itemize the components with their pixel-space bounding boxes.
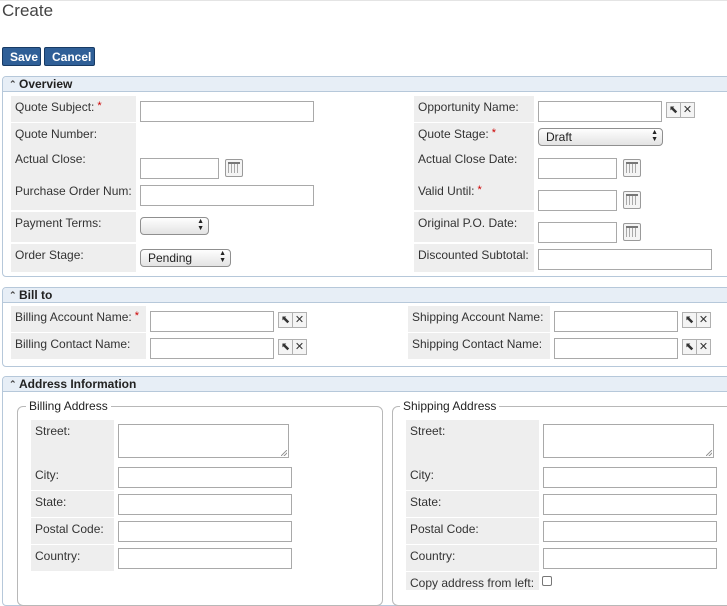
address-panel-header[interactable]: ⌃ Address Information [3, 377, 727, 392]
billing-postal-code-input[interactable] [118, 521, 292, 542]
quote-subject-label-text: Quote Subject: [15, 100, 95, 114]
required-marker: * [477, 184, 482, 196]
calendar-icon[interactable] [623, 223, 641, 241]
shipping-account-name-input[interactable] [554, 311, 678, 332]
discounted-subtotal-input[interactable] [538, 249, 712, 270]
actual-close-label: Actual Close: [11, 148, 136, 180]
order-stage-label: Order Stage: [11, 244, 136, 272]
shipping-postal-code-label: Postal Code: [406, 518, 539, 544]
purchase-order-num-input[interactable] [140, 185, 314, 206]
quote-stage-label: Quote Stage: * [414, 123, 534, 149]
overview-title: Overview [19, 77, 73, 91]
order-stage-select[interactable]: Pending ▲ ▼ [140, 249, 231, 267]
clear-icon[interactable]: ✕ [292, 339, 307, 355]
shipping-state-label: State: [406, 491, 539, 517]
shipping-street-label: Street: [406, 420, 539, 464]
original-po-date-label: Original P.O. Date: [414, 212, 534, 242]
actual-close-date-label: Actual Close Date: [414, 148, 534, 180]
original-po-date-input[interactable] [538, 222, 617, 243]
billing-street-label: Street: [31, 420, 114, 464]
select-pointer-icon[interactable]: ⬉ [278, 312, 293, 328]
clear-icon[interactable]: ✕ [680, 102, 695, 118]
shipping-city-label: City: [406, 464, 539, 490]
clear-icon[interactable]: ✕ [696, 339, 711, 355]
copy-address-label: Copy address from left: [406, 572, 539, 590]
shipping-country-label: Country: [406, 545, 539, 571]
billing-country-label: Country: [31, 545, 114, 571]
select-arrows-icon: ▲ ▼ [651, 129, 658, 143]
shipping-country-input[interactable] [543, 548, 717, 569]
shipping-street-textarea[interactable] [543, 424, 714, 458]
select-pointer-icon[interactable]: ⬉ [682, 312, 697, 328]
clear-icon[interactable]: ✕ [696, 312, 711, 328]
shipping-postal-code-input[interactable] [543, 521, 717, 542]
billing-contact-name-input[interactable] [150, 338, 274, 359]
payment-terms-label: Payment Terms: [11, 212, 136, 242]
actual-close-input[interactable] [140, 158, 219, 179]
opportunity-name-label: Opportunity Name: [414, 96, 534, 122]
billing-state-label: State: [31, 491, 114, 517]
select-arrows-icon: ▲ ▼ [219, 250, 226, 264]
shipping-contact-name-label: Shipping Contact Name: [408, 333, 550, 359]
quote-subject-input[interactable] [140, 101, 314, 122]
top-divider [0, 0, 727, 1]
shipping-state-input[interactable] [543, 494, 717, 515]
overview-panel-header[interactable]: ⌃ Overview [3, 77, 727, 92]
opportunity-name-input[interactable] [538, 101, 662, 122]
billing-postal-code-label: Postal Code: [31, 518, 114, 544]
required-marker: * [491, 127, 496, 139]
billing-city-label: City: [31, 464, 114, 490]
select-pointer-icon[interactable]: ⬉ [666, 102, 681, 118]
billing-state-input[interactable] [118, 494, 292, 515]
required-marker: * [134, 310, 140, 322]
required-marker: * [97, 100, 102, 112]
purchase-order-num-label: Purchase Order Num: [11, 180, 136, 210]
calendar-icon[interactable] [623, 191, 641, 209]
quote-stage-select[interactable]: Draft ▲ ▼ [538, 128, 663, 146]
billing-street-textarea[interactable] [118, 424, 289, 458]
cancel-button[interactable]: Cancel [44, 47, 95, 66]
shipping-account-name-label: Shipping Account Name: [408, 306, 550, 332]
calendar-icon[interactable] [623, 159, 641, 177]
quote-stage-label-text: Quote Stage: [418, 127, 489, 141]
select-pointer-icon[interactable]: ⬉ [682, 339, 697, 355]
chevron-up-icon[interactable]: ⌃ [9, 77, 19, 91]
order-stage-value: Pending [148, 251, 193, 265]
shipping-contact-name-input[interactable] [554, 338, 678, 359]
quote-subject-label: Quote Subject: * [11, 96, 136, 122]
bill-to-panel-header[interactable]: ⌃ Bill to [3, 288, 727, 303]
chevron-up-icon[interactable]: ⌃ [9, 377, 19, 391]
bill-to-title: Bill to [19, 288, 53, 302]
billing-city-input[interactable] [118, 467, 292, 488]
select-arrows-icon: ▲ ▼ [197, 218, 204, 232]
quote-number-label: Quote Number: [11, 123, 136, 149]
billing-account-name-label: Billing Account Name: * [11, 306, 146, 332]
page-title: Create [2, 1, 54, 20]
actual-close-date-input[interactable] [538, 158, 617, 179]
clear-icon[interactable]: ✕ [292, 312, 307, 328]
shipping-address-legend: Shipping Address [400, 399, 500, 413]
payment-terms-select[interactable]: ▲ ▼ [140, 217, 209, 235]
copy-address-checkbox[interactable] [542, 576, 552, 586]
save-button[interactable]: Save [2, 47, 41, 66]
address-title: Address Information [19, 377, 137, 391]
valid-until-label: Valid Until: * [414, 180, 534, 210]
billing-account-name-input[interactable] [150, 311, 274, 332]
valid-until-input[interactable] [538, 190, 617, 211]
shipping-city-input[interactable] [543, 467, 717, 488]
billing-contact-name-label: Billing Contact Name: [11, 333, 146, 359]
calendar-icon[interactable] [225, 159, 243, 177]
valid-until-label-text: Valid Until: [418, 184, 475, 198]
billing-account-name-label-text: Billing Account Name: [15, 310, 132, 324]
select-pointer-icon[interactable]: ⬉ [278, 339, 293, 355]
discounted-subtotal-label: Discounted Subtotal: [414, 244, 534, 272]
quote-stage-value: Draft [546, 130, 573, 144]
resize-grip-icon[interactable] [281, 450, 287, 456]
billing-address-legend: Billing Address [26, 399, 111, 413]
billing-country-input[interactable] [118, 548, 292, 569]
chevron-up-icon[interactable]: ⌃ [9, 288, 19, 302]
resize-grip-icon[interactable] [706, 450, 712, 456]
